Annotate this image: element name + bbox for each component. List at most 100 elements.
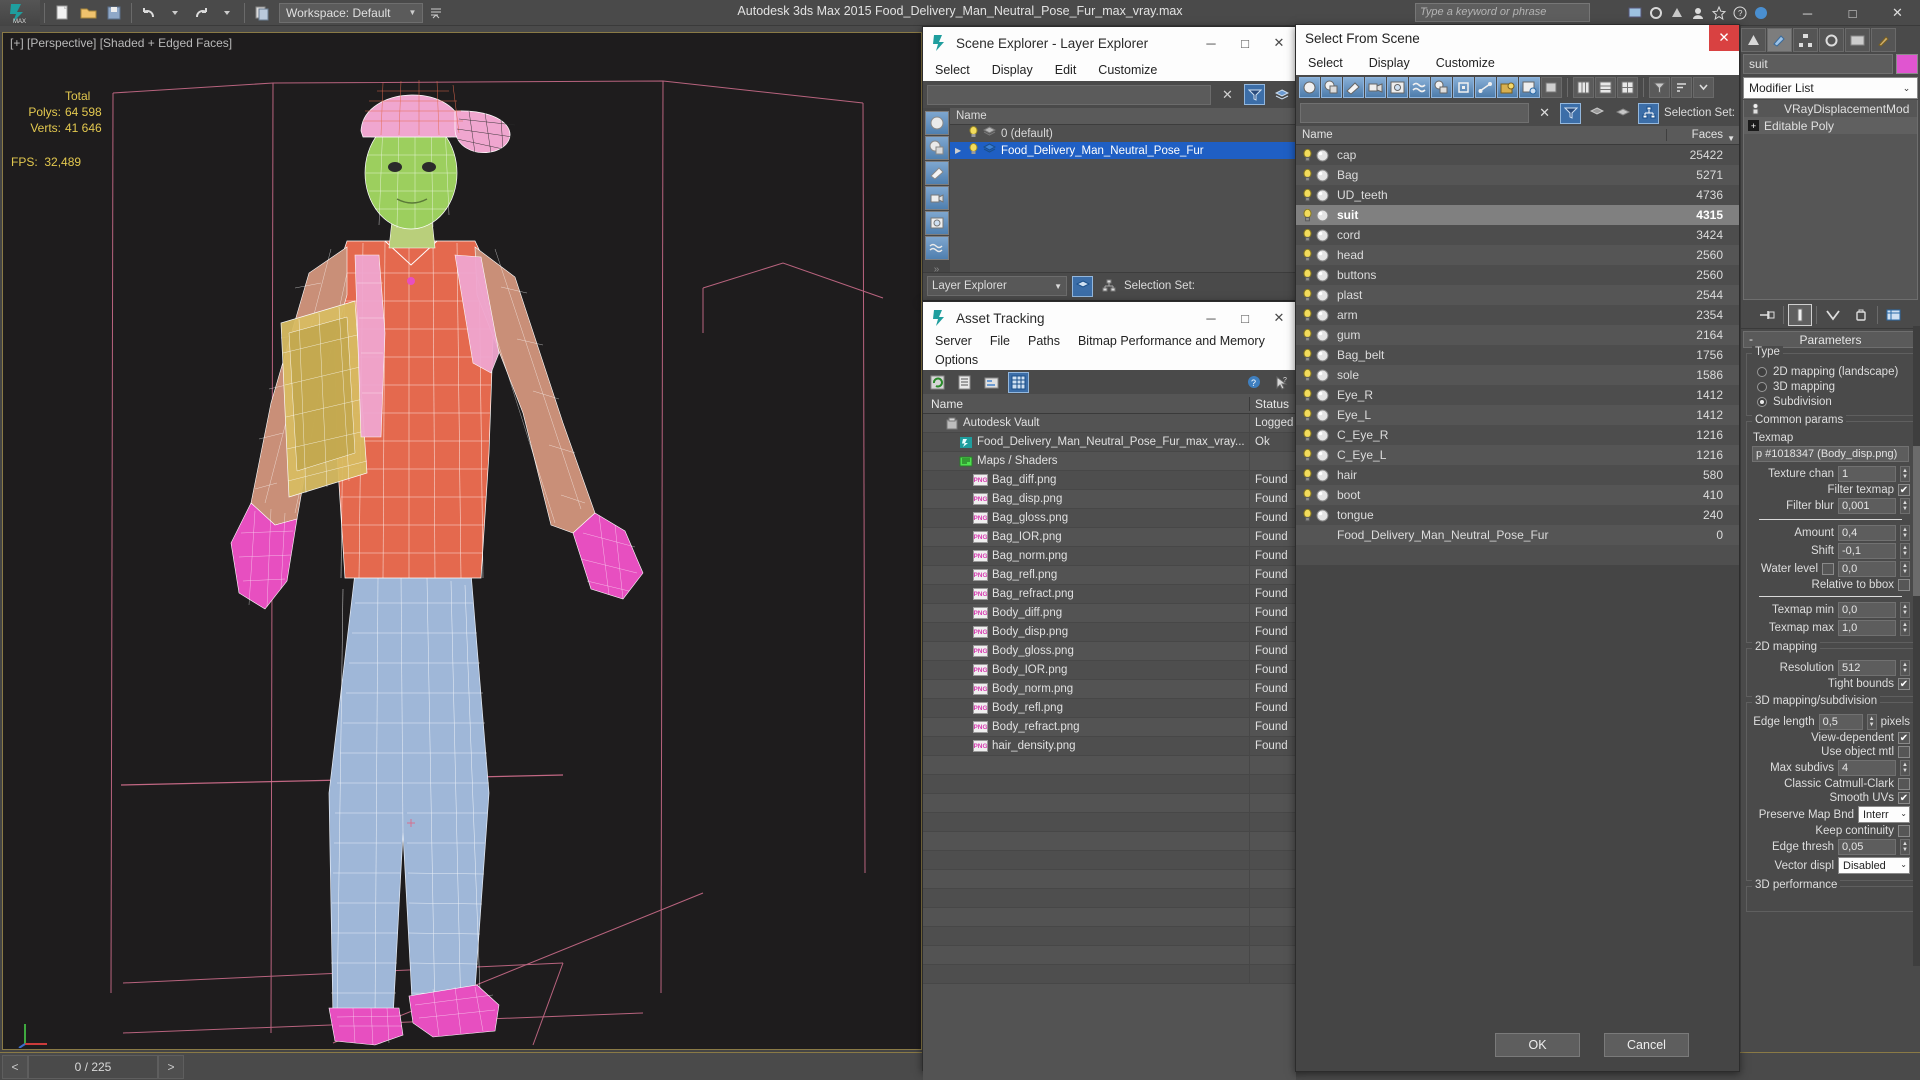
table-row[interactable]: PNG Bag_refract.png Found	[923, 584, 1296, 604]
tree-row[interactable]: 0 (default)	[950, 125, 1296, 142]
asset-name-cell[interactable]: PNG Bag_gloss.png	[923, 508, 1250, 528]
path-view-icon[interactable]	[981, 372, 1002, 393]
classic-catmull-clark-checkbox[interactable]	[1898, 778, 1910, 790]
explorer-name-combo[interactable]: Layer Explorer ▼	[927, 276, 1067, 296]
table-row-empty[interactable]	[923, 888, 1296, 908]
minimize-button[interactable]: ─	[1785, 0, 1830, 26]
table-row-empty[interactable]	[923, 793, 1296, 813]
scene-explorer-tree[interactable]: Name 0 (default) ▶ Food_Delivery_Man_Neu…	[950, 108, 1296, 272]
asset-name-cell[interactable]: PNG Bag_refl.png	[923, 565, 1250, 585]
table-row-empty[interactable]	[923, 907, 1296, 927]
filter-spacewarps-icon[interactable]	[924, 236, 949, 260]
list-item[interactable]: Eye_L 1412	[1296, 405, 1739, 425]
view-dependent-checkbox[interactable]: ✔	[1898, 732, 1910, 744]
table-row[interactable]: PNG Bag_IOR.png Found	[923, 527, 1296, 547]
texmap-max-input[interactable]: 1,0	[1838, 620, 1896, 636]
light-bulb-icon[interactable]	[1300, 428, 1314, 442]
filter-texmap-checkbox[interactable]: ✔	[1898, 484, 1910, 496]
workspace-menu-icon[interactable]	[423, 2, 449, 24]
object-color-swatch[interactable]	[1896, 54, 1918, 74]
smooth-uvs-checkbox[interactable]: ✔	[1898, 792, 1910, 804]
edge-thresh-input[interactable]: 0,05	[1838, 839, 1896, 855]
spinner-icon[interactable]: ▲ ▼	[1900, 602, 1910, 618]
help-globe-icon[interactable]: ?	[1244, 372, 1265, 393]
list-item[interactable]: sole 1586	[1296, 365, 1739, 385]
tab-utilities[interactable]	[1871, 28, 1896, 52]
table-row[interactable]: PNG hair_density.png Found	[923, 736, 1296, 756]
favorites-star-icon[interactable]	[1709, 3, 1728, 22]
asset-name-cell[interactable]: PNG Body_refract.png	[923, 717, 1250, 737]
layer-list-icon[interactable]	[1612, 103, 1633, 124]
filter-helpers-icon[interactable]	[924, 211, 949, 235]
show-end-result-icon[interactable]	[1788, 303, 1812, 326]
viewport-label[interactable]: [+] [Perspective] [Shaded + Edged Faces]	[10, 36, 232, 50]
configure-sets-icon[interactable]	[1882, 304, 1906, 326]
spinner-icon[interactable]: ▲ ▼	[1900, 839, 1910, 855]
redo-dropdown-icon[interactable]	[214, 2, 240, 24]
minimize-button[interactable]: ─	[1194, 302, 1228, 334]
light-bulb-icon[interactable]	[1300, 248, 1314, 262]
filter-helpers-icon[interactable]	[1387, 77, 1408, 98]
list-item[interactable]: Bag 5271	[1296, 165, 1739, 185]
modifier-list-dropdown[interactable]: Modifier List ⌄	[1743, 77, 1918, 99]
table-row[interactable]: PNG Body_gloss.png Found	[923, 641, 1296, 661]
tree-row[interactable]: ▶ Food_Delivery_Man_Neutral_Pose_Fur	[950, 142, 1296, 159]
refresh-icon[interactable]	[927, 372, 948, 393]
command-panel-scrollbar[interactable]	[1913, 326, 1920, 966]
asset-name-cell[interactable]: PNG hair_density.png	[923, 736, 1250, 756]
modifier-stack[interactable]: VRayDisplacementMod + Editable Poly	[1743, 100, 1918, 300]
select-from-scene-titlebar[interactable]: Select From Scene ✕	[1296, 25, 1739, 51]
water-level-input[interactable]: 0,0	[1838, 561, 1896, 577]
render-frame-icon[interactable]	[1646, 3, 1665, 22]
menu-select[interactable]: Select	[1308, 56, 1343, 70]
menu-options[interactable]: Options	[935, 353, 978, 367]
filter-funnel-icon[interactable]	[1649, 77, 1670, 98]
undo-button[interactable]	[136, 2, 162, 24]
menu-display[interactable]: Display	[992, 63, 1033, 77]
close-button[interactable]: ✕	[1262, 302, 1296, 334]
layers-toggle-icon[interactable]	[1586, 103, 1607, 124]
table-row[interactable]: PNG Body_refl.png Found	[923, 698, 1296, 718]
spinner-icon[interactable]: ▲ ▼	[1900, 525, 1910, 541]
list-item[interactable]: C_Eye_L 1216	[1296, 445, 1739, 465]
asset-name-cell[interactable]: Maps / Shaders	[923, 451, 1250, 471]
table-row[interactable]: PNG Bag_gloss.png Found	[923, 508, 1296, 528]
asset-tracking-rows[interactable]: Autodesk Vault Logged Food_Delivery_Man_Ne…	[923, 414, 1296, 1080]
light-bulb-icon[interactable]	[1300, 468, 1314, 482]
display-columns-icon[interactable]	[1573, 77, 1594, 98]
select-from-scene-search-input[interactable]	[1300, 103, 1530, 123]
use-object-mtl-checkbox[interactable]	[1898, 746, 1910, 758]
resolution-input[interactable]: 512	[1838, 660, 1896, 676]
list-item[interactable]: suit 4315	[1296, 205, 1739, 225]
table-row[interactable]: Food_Delivery_Man_Neutral_Pose_Fur_max_v…	[923, 432, 1296, 452]
select-from-scene-list[interactable]: cap 25422 Bag 5271 UD_teeth 4736 suit 4315 cord 3…	[1296, 145, 1739, 565]
asset-name-cell[interactable]: PNG Bag_diff.png	[923, 470, 1250, 490]
sort-icon[interactable]	[1671, 77, 1692, 98]
list-item[interactable]: Bag_belt 1756	[1296, 345, 1739, 365]
table-row[interactable]: PNG Body_disp.png Found	[923, 622, 1296, 642]
radio-icon[interactable]	[1757, 382, 1767, 392]
remove-modifier-icon[interactable]	[1849, 304, 1873, 326]
asset-tracking-titlebar[interactable]: Asset Tracking ─ □ ✕	[923, 302, 1296, 334]
asset-name-cell[interactable]: PNG Bag_refract.png	[923, 584, 1250, 604]
search-input[interactable]: Type a keyword or phrase	[1415, 3, 1590, 22]
list-item[interactable]: boot 410	[1296, 485, 1739, 505]
filter-particles-icon[interactable]	[1519, 77, 1540, 98]
light-bulb-icon[interactable]	[1300, 268, 1314, 282]
table-row[interactable]: PNG Body_IOR.png Found	[923, 660, 1296, 680]
menu-edit[interactable]: Edit	[1055, 63, 1077, 77]
light-bulb-icon[interactable]	[1300, 448, 1314, 462]
spinner-icon[interactable]: ▲ ▼	[1900, 561, 1910, 577]
filter-geometry-icon[interactable]	[924, 111, 949, 135]
list-item[interactable]: C_Eye_R 1216	[1296, 425, 1739, 445]
autodesk-360-icon[interactable]	[1751, 3, 1770, 22]
filter-lights-icon[interactable]	[1343, 77, 1364, 98]
filter-frozen-icon[interactable]	[1541, 77, 1562, 98]
filter-cameras-icon[interactable]	[1365, 77, 1386, 98]
modifier-stack-row[interactable]: VRayDisplacementMod	[1744, 100, 1917, 117]
minimize-button[interactable]: ─	[1194, 27, 1228, 59]
light-bulb-icon[interactable]	[1300, 148, 1314, 162]
help-icon[interactable]: ?	[1730, 3, 1749, 22]
scene-explorer-titlebar[interactable]: Scene Explorer - Layer Explorer ─ □ ✕	[923, 27, 1296, 59]
texmap-button[interactable]: p #1018347 (Body_disp.png)	[1752, 446, 1909, 462]
